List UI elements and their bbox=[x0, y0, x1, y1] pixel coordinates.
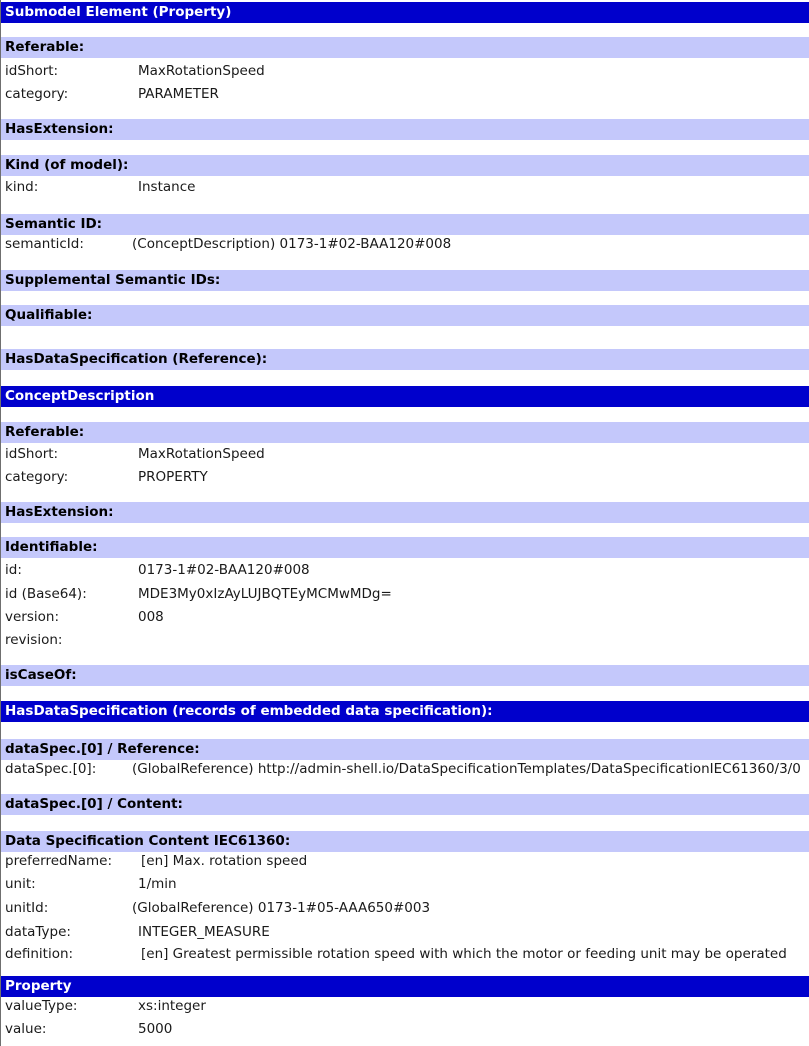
dataspec-reference-key: dataSpec.[0]: bbox=[5, 761, 97, 777]
definition-key: definition: bbox=[5, 946, 74, 962]
hasdataspecification-reference-heading: HasDataSpecification (Reference): bbox=[1, 349, 809, 370]
unit-row: unit: 1/min bbox=[1, 872, 809, 896]
category-row: category: PARAMETER bbox=[1, 82, 809, 106]
cd-category-value: PROPERTY bbox=[138, 469, 208, 485]
unitid-value[interactable]: (GlobalReference) 0173-1#05-AAA650#003 bbox=[132, 896, 430, 920]
value-row: value: 5000 bbox=[1, 1017, 809, 1041]
referable-heading: Referable: bbox=[1, 37, 809, 58]
datatype-key: dataType: bbox=[5, 924, 71, 940]
category-key: category: bbox=[5, 86, 69, 102]
datatype-row: dataType: INTEGER_MEASURE bbox=[1, 920, 809, 944]
dataspec-reference-value[interactable]: (GlobalReference) http://admin-shell.io/… bbox=[132, 757, 801, 781]
unitid-row: unitId: (GlobalReference) 0173-1#05-AAA6… bbox=[1, 896, 809, 920]
element-details-panel: Submodel Element (Property) Referable: i… bbox=[0, 0, 809, 1046]
unitid-key: unitId: bbox=[5, 900, 49, 916]
id-key: id: bbox=[5, 562, 22, 578]
unit-value: 1/min bbox=[138, 876, 177, 892]
version-value: 008 bbox=[138, 609, 164, 625]
submodel-element-header: Submodel Element (Property) bbox=[1, 2, 809, 23]
concept-description-header: ConceptDescription bbox=[1, 386, 809, 407]
value-key: value: bbox=[5, 1021, 47, 1037]
has-data-specification-header: HasDataSpecification (records of embedde… bbox=[1, 701, 809, 722]
cd-category-row: category: PROPERTY bbox=[1, 465, 809, 489]
category-value: PARAMETER bbox=[138, 86, 219, 102]
preferredname-row: preferredName: [en] Max. rotation speed bbox=[1, 849, 809, 873]
kind-key: kind: bbox=[5, 179, 39, 195]
version-row: version: 008 bbox=[1, 605, 809, 629]
id-base64-value: MDE3My0xIzAyLUJBQTEyMCMwMDg= bbox=[138, 586, 392, 602]
definition-value: [en] Greatest permissible rotation speed… bbox=[141, 946, 787, 962]
idshort-value: MaxRotationSpeed bbox=[138, 63, 265, 79]
idshort-row: idShort: MaxRotationSpeed bbox=[1, 59, 809, 83]
semanticid-key: semanticId: bbox=[5, 236, 84, 252]
qualifiable-heading: Qualifiable: bbox=[1, 305, 809, 326]
version-key: version: bbox=[5, 609, 59, 625]
kind-row: kind: Instance bbox=[1, 175, 809, 199]
cd-referable-heading: Referable: bbox=[1, 422, 809, 443]
revision-row: revision: bbox=[1, 628, 809, 652]
id-base64-row: id (Base64): MDE3My0xIzAyLUJBQTEyMCMwMDg… bbox=[1, 582, 809, 606]
kind-value: Instance bbox=[138, 179, 196, 195]
valuetype-value: xs:integer bbox=[138, 998, 206, 1014]
kind-heading: Kind (of model): bbox=[1, 155, 809, 176]
revision-key: revision: bbox=[5, 632, 63, 648]
idshort-key: idShort: bbox=[5, 63, 59, 79]
unit-key: unit: bbox=[5, 876, 36, 892]
id-value: 0173-1#02-BAA120#008 bbox=[138, 562, 310, 578]
cd-idshort-row: idShort: MaxRotationSpeed bbox=[1, 442, 809, 466]
id-base64-key: id (Base64): bbox=[5, 586, 87, 602]
preferredname-key: preferredName: bbox=[5, 853, 113, 869]
supplemental-semantic-ids-heading: Supplemental Semantic IDs: bbox=[1, 270, 809, 291]
identifiable-heading: Identifiable: bbox=[1, 537, 809, 558]
cd-idshort-value: MaxRotationSpeed bbox=[138, 446, 265, 462]
semanticid-row: semanticId: (ConceptDescription) 0173-1#… bbox=[1, 232, 809, 256]
valuetype-row: valueType: xs:integer bbox=[1, 994, 809, 1018]
semanticid-value[interactable]: (ConceptDescription) 0173-1#02-BAA120#00… bbox=[132, 232, 451, 256]
dataspec-reference-row: dataSpec.[0]: (GlobalReference) http://a… bbox=[1, 757, 809, 781]
definition-row: definition: [en] Greatest permissible ro… bbox=[1, 942, 809, 966]
cd-hasextension-heading: HasExtension: bbox=[1, 502, 809, 523]
valuetype-key: valueType: bbox=[5, 998, 78, 1014]
iscaseof-heading: isCaseOf: bbox=[1, 665, 809, 686]
datatype-value: INTEGER_MEASURE bbox=[138, 924, 270, 940]
value-value: 5000 bbox=[138, 1021, 173, 1037]
cd-idshort-key: idShort: bbox=[5, 446, 59, 462]
dataspec-content-heading: dataSpec.[0] / Content: bbox=[1, 794, 809, 815]
cd-category-key: category: bbox=[5, 469, 69, 485]
hasextension-heading: HasExtension: bbox=[1, 119, 809, 140]
id-row: id: 0173-1#02-BAA120#008 bbox=[1, 558, 809, 582]
preferredname-value: [en] Max. rotation speed bbox=[141, 853, 308, 869]
